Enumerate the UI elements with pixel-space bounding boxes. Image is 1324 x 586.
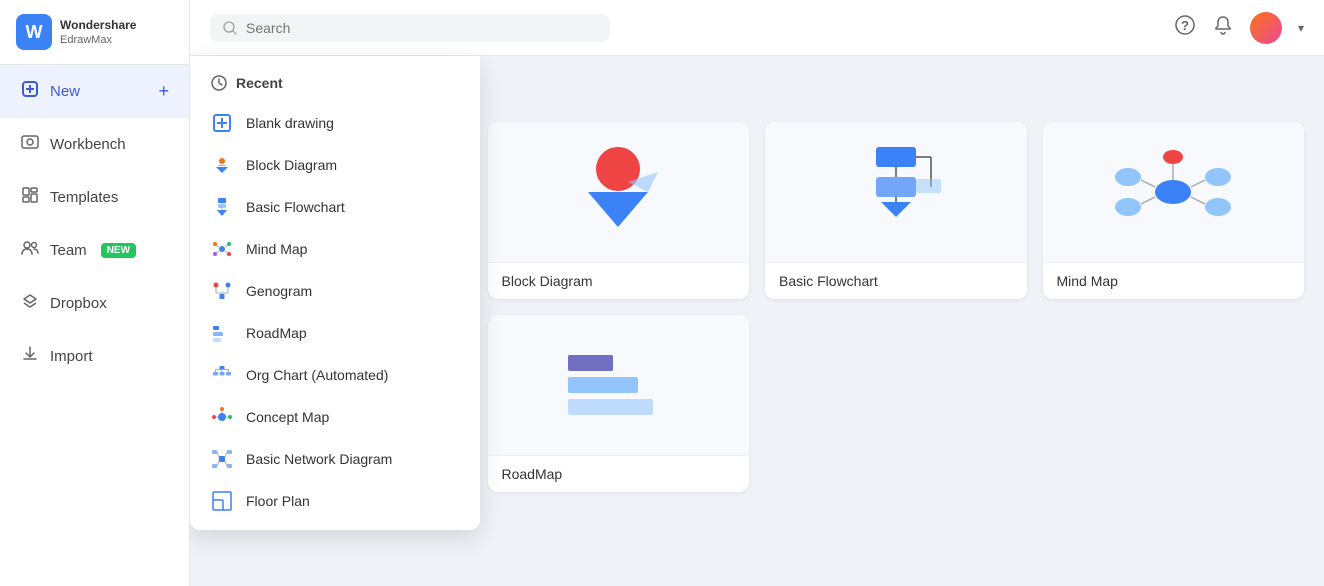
concept-map-icon: [210, 405, 234, 429]
card-flowchart-label: Basic Flowchart: [765, 262, 1027, 299]
card-mindmap-image: [1043, 122, 1305, 262]
main-area: ? ▾ Recent Blank drawing Block Dia: [190, 0, 1324, 586]
sidebar-item-workbench-label: Workbench: [50, 136, 126, 153]
svg-text:?: ?: [1181, 18, 1189, 33]
dropdown-item-mindmap[interactable]: Mind Map: [190, 228, 480, 270]
dropdown-item-genogram[interactable]: Genogram: [190, 270, 480, 312]
sidebar-item-templates-label: Templates: [50, 189, 118, 206]
card-roadmap[interactable]: RoadMap: [488, 315, 750, 492]
sidebar-item-dropbox[interactable]: Dropbox: [0, 277, 189, 330]
dropdown-item-floor-label: Floor Plan: [246, 493, 310, 509]
dropdown-item-genogram-label: Genogram: [246, 283, 312, 299]
new-icon: [20, 79, 40, 104]
app-product: EdrawMax: [60, 34, 136, 46]
templates-icon: [20, 185, 40, 210]
card-block-label: Block Diagram: [488, 262, 750, 299]
notification-icon[interactable]: [1212, 14, 1234, 42]
avatar[interactable]: [1250, 12, 1282, 44]
search-icon: [222, 20, 238, 36]
floor-plan-icon: [210, 489, 234, 513]
app-name: Wondershare: [60, 18, 136, 34]
dropdown-item-flowchart-label: Basic Flowchart: [246, 199, 345, 215]
dropdown-item-network[interactable]: Basic Network Diagram: [190, 438, 480, 480]
genogram-icon: [210, 279, 234, 303]
dropdown-item-block[interactable]: Block Diagram: [190, 144, 480, 186]
dropdown-item-network-label: Basic Network Diagram: [246, 451, 392, 467]
dropdown-item-flowchart[interactable]: Basic Flowchart: [190, 186, 480, 228]
dropdown-item-blank-label: Blank drawing: [246, 115, 334, 131]
dropdown-item-roadmap[interactable]: RoadMap: [190, 312, 480, 354]
card-block-image: [488, 122, 750, 262]
recent-clock-icon: [210, 74, 228, 92]
dropdown-item-mindmap-label: Mind Map: [246, 241, 307, 257]
org-chart-icon: [210, 363, 234, 387]
header-actions: ? ▾: [1174, 12, 1304, 44]
import-icon: [20, 344, 40, 369]
card-flowchart-image: [765, 122, 1027, 262]
sidebar-item-team-label: Team: [50, 242, 87, 259]
dropdown-item-org-label: Org Chart (Automated): [246, 367, 388, 383]
logo-icon: W: [16, 14, 52, 50]
recent-dropdown: Recent Blank drawing Block Diagram Basic…: [190, 56, 480, 530]
search-container[interactable]: [210, 14, 610, 42]
search-input[interactable]: [246, 20, 598, 36]
card-roadmap-image: [488, 315, 750, 455]
roadmap-card-svg: [558, 345, 678, 425]
dropbox-icon: [20, 291, 40, 316]
block-card-svg: [558, 137, 678, 247]
workbench-icon: [20, 132, 40, 157]
card-block[interactable]: Block Diagram: [488, 122, 750, 299]
card-flowchart[interactable]: Basic Flowchart: [765, 122, 1027, 299]
app-logo: W Wondershare EdrawMax: [0, 0, 189, 65]
blank-drawing-icon: [210, 111, 234, 135]
team-icon: [20, 238, 40, 263]
sidebar-item-dropbox-label: Dropbox: [50, 295, 107, 312]
dropdown-section-header: Recent: [190, 64, 480, 102]
roadmap-icon: [210, 321, 234, 345]
card-mindmap[interactable]: Mind Map: [1043, 122, 1305, 299]
sidebar-item-import-label: Import: [50, 348, 93, 365]
dropdown-item-roadmap-label: RoadMap: [246, 325, 307, 341]
card-roadmap-label: RoadMap: [488, 455, 750, 492]
team-new-badge: NEW: [101, 243, 136, 258]
dropdown-item-blank[interactable]: Blank drawing: [190, 102, 480, 144]
dropdown-item-org[interactable]: Org Chart (Automated): [190, 354, 480, 396]
mindmap-card-svg: [1113, 137, 1233, 247]
dropdown-item-concept-label: Concept Map: [246, 409, 329, 425]
avatar-chevron-icon[interactable]: ▾: [1298, 21, 1304, 35]
help-icon[interactable]: ?: [1174, 14, 1196, 42]
dropdown-item-floor[interactable]: Floor Plan: [190, 480, 480, 522]
dropdown-item-block-label: Block Diagram: [246, 157, 337, 173]
dropdown-section-label: Recent: [236, 75, 283, 91]
sidebar-item-workbench[interactable]: Workbench: [0, 118, 189, 171]
flowchart-card-svg: [836, 137, 956, 247]
dropdown-item-concept[interactable]: Concept Map: [190, 396, 480, 438]
mindmap-icon: [210, 237, 234, 261]
sidebar-item-import[interactable]: Import: [0, 330, 189, 383]
sidebar-item-templates[interactable]: Templates: [0, 171, 189, 224]
sidebar: W Wondershare EdrawMax New + Workbench T…: [0, 0, 190, 586]
sidebar-item-team[interactable]: Team NEW: [0, 224, 189, 277]
card-mindmap-label: Mind Map: [1043, 262, 1305, 299]
sidebar-item-new-label: New: [50, 83, 80, 100]
block-diagram-icon: [210, 153, 234, 177]
new-plus-icon: +: [158, 81, 169, 102]
sidebar-item-new[interactable]: New +: [0, 65, 189, 118]
flowchart-icon: [210, 195, 234, 219]
header: ? ▾: [190, 0, 1324, 56]
network-diagram-icon: [210, 447, 234, 471]
